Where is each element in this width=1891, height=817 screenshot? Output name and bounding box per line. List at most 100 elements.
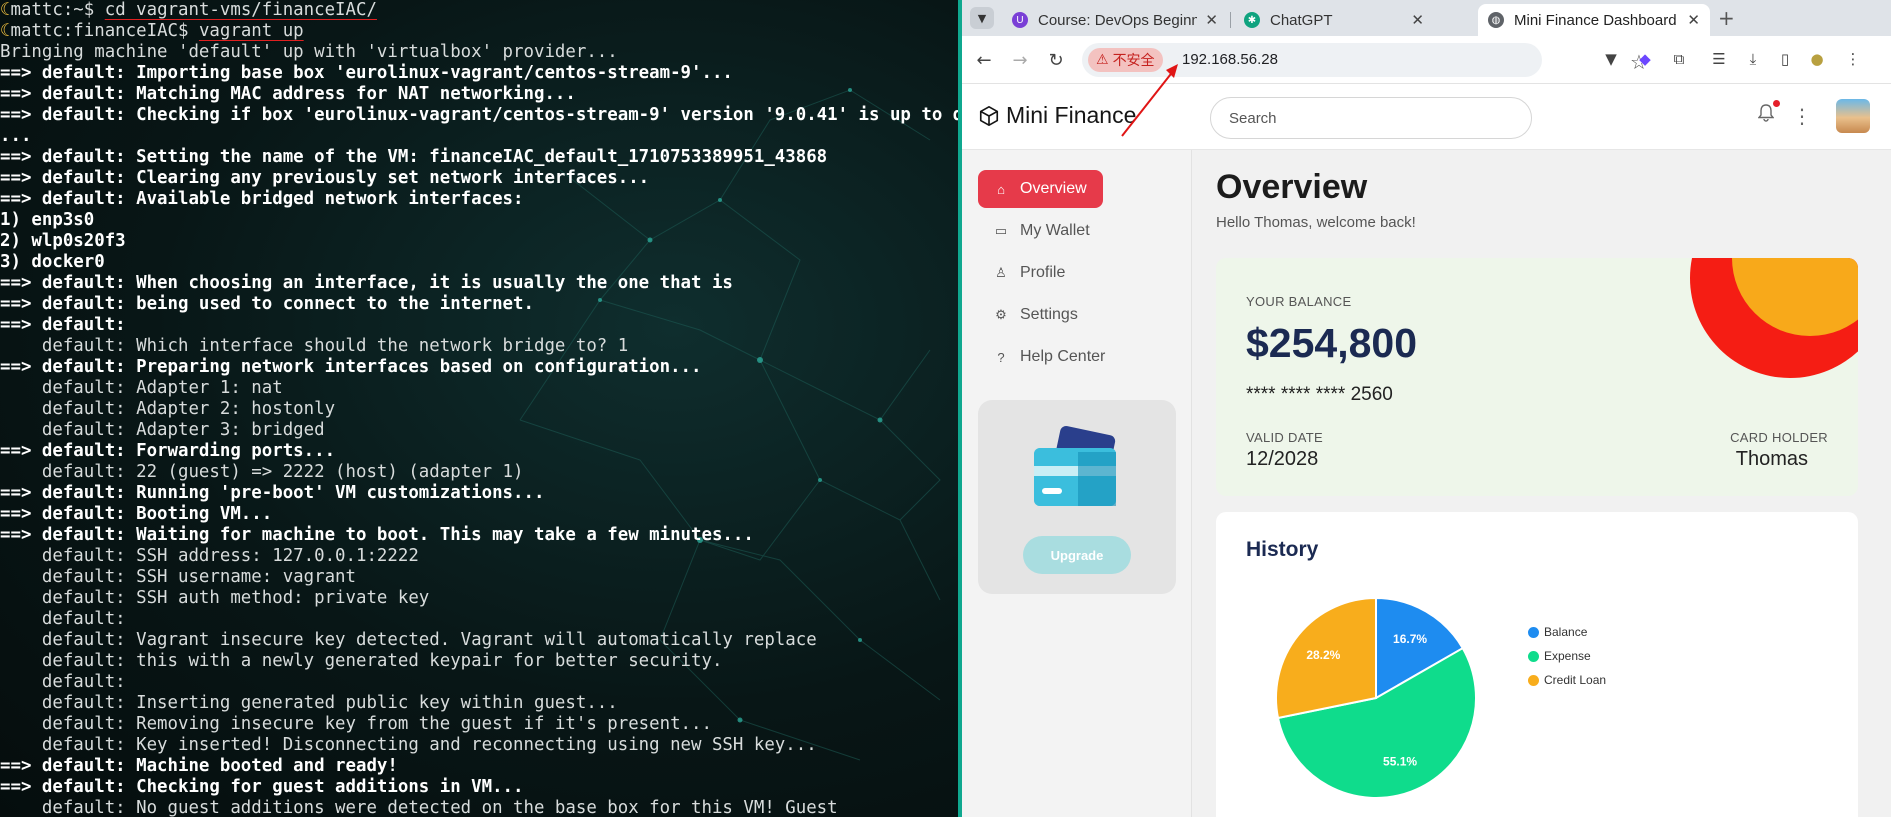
extension-purple-icon[interactable]: ◆ [1634, 48, 1656, 70]
terminal-line: ==> default: Checking if box 'eurolinux-… [0, 105, 962, 126]
legend-item[interactable]: Expense [1528, 644, 1606, 668]
terminal-text: 2) wlp0s20f3 [0, 231, 126, 251]
terminal-line: ==> default: Available bridged network i… [0, 189, 962, 210]
terminal-text: ==> default: Importing base box 'eurolin… [0, 63, 733, 83]
upgrade-button[interactable]: Upgrade [1023, 536, 1131, 574]
bell-icon[interactable] [1757, 104, 1775, 127]
terminal-line: ==> default: Forwarding ports... [0, 441, 962, 462]
upgrade-promo-card: Upgrade [978, 400, 1176, 594]
card-holder-label: CARD HOLDER [1730, 430, 1828, 445]
terminal-text: ==> default: [0, 315, 126, 335]
tab-chatgpt[interactable]: ✱ ChatGPT ✕ [1234, 4, 1434, 36]
terminal-line: default: Vagrant insecure key detected. … [0, 630, 962, 651]
history-pie-chart[interactable]: 16.7% 55.1% 28.2% [1266, 588, 1486, 808]
media-queue-icon[interactable]: ☰ [1708, 48, 1730, 70]
terminal-line: default: SSH auth method: private key [0, 588, 962, 609]
terminal-line: ==> default: Clearing any previously set… [0, 168, 962, 189]
logo-text: Mini Finance [1006, 102, 1137, 128]
legend-swatch [1528, 650, 1539, 662]
tab-title: ChatGPT [1270, 11, 1333, 29]
terminal-text: default: Adapter 1: nat [0, 378, 283, 398]
vpn-shield-icon[interactable]: ▼ [1600, 48, 1622, 70]
not-secure-chip[interactable]: ⚠ 不安全 [1088, 48, 1163, 72]
kebab-menu-icon[interactable]: ⋮ [1842, 48, 1864, 70]
prompt-text: mattc:~$ [10, 0, 105, 20]
terminal-text: ==> default: being used to connect to th… [0, 294, 534, 314]
welcome-text: Hello Thomas, welcome back! [1216, 214, 1416, 231]
legend-label: Credit Loan [1544, 673, 1607, 687]
terminal-line: default: Key inserted! Disconnecting and… [0, 735, 962, 756]
chatgpt-icon: ✱ [1244, 12, 1260, 28]
forward-arrow-icon[interactable]: → [1008, 48, 1032, 72]
tab-mini-finance[interactable]: ◍ Mini Finance Dashboard ✕ [1478, 4, 1710, 36]
address-bar[interactable]: ⚠ 不安全 192.168.56.28 ☆ [1082, 43, 1648, 77]
side-panel-icon[interactable]: ▯ [1774, 48, 1796, 70]
valid-date-label: VALID DATE [1246, 430, 1323, 445]
profile-avatar-icon[interactable]: ● [1806, 48, 1828, 70]
home-icon: ⌂ [997, 181, 1005, 197]
browser-toolbar: ← → ↻ ⚠ 不安全 192.168.56.28 ☆ ▼ ◆ ⧉ ☰ ⤓ ▯ … [962, 36, 1891, 84]
url-text[interactable]: 192.168.56.28 [1182, 51, 1278, 68]
terminal-window[interactable]: ☾mattc:~$ cd vagrant-vms/financeIAC/☾mat… [0, 0, 962, 817]
main-content: Overview Hello Thomas, welcome back! YOU… [1192, 150, 1891, 817]
more-vertical-icon[interactable]: ⋮ [1792, 104, 1812, 128]
browser-window: ▼ U Course: DevOps Beginne ✕ ✱ ChatGPT ✕… [962, 0, 1891, 817]
user-avatar[interactable] [1836, 99, 1870, 133]
decorative-circles [1690, 258, 1858, 378]
new-tab-plus-icon[interactable]: + [1718, 6, 1735, 30]
terminal-text: ==> default: Waiting for machine to boot… [0, 525, 754, 545]
close-tab-icon[interactable]: ✕ [1687, 11, 1700, 29]
sidebar-item-my-wallet[interactable]: ▭ My Wallet [978, 212, 1106, 250]
close-tab-icon[interactable]: ✕ [1205, 11, 1218, 29]
udemy-icon: U [1012, 12, 1028, 28]
terminal-text: ==> default: Preparing network interface… [0, 357, 702, 377]
terminal-text: default: Adapter 3: bridged [0, 420, 325, 440]
close-tab-icon[interactable]: ✕ [1411, 11, 1424, 29]
terminal-text: ==> default: When choosing an interface,… [0, 273, 733, 293]
terminal-line: ==> default: [0, 315, 962, 336]
sidebar-item-settings[interactable]: ⚙ Settings [978, 296, 1094, 334]
terminal-text: default: [0, 672, 126, 692]
terminal-text: ==> default: Machine booted and ready! [0, 756, 398, 776]
globe-icon: ◍ [1488, 12, 1504, 28]
download-icon[interactable]: ⤓ [1742, 48, 1764, 70]
site-logo[interactable]: Mini Finance [978, 102, 1136, 129]
terminal-line: default: 22 (guest) => 2222 (host) (adap… [0, 462, 962, 483]
reload-icon[interactable]: ↻ [1044, 48, 1068, 72]
back-arrow-icon[interactable]: ← [972, 48, 996, 72]
warning-icon: ⚠ [1096, 52, 1109, 68]
terminal-text: default: Which interface should the netw… [0, 336, 629, 356]
legend-item[interactable]: Credit Loan [1528, 668, 1606, 692]
terminal-line: ==> default: being used to connect to th… [0, 294, 962, 315]
chart-legend: Balance Expense Credit Loan [1528, 620, 1606, 692]
history-title: History [1246, 538, 1319, 561]
sidebar-item-help-center[interactable]: ? Help Center [978, 338, 1121, 376]
terminal-text: default: SSH address: 127.0.0.1:2222 [0, 546, 419, 566]
terminal-line: ... [0, 126, 962, 147]
terminal-line: default: [0, 609, 962, 630]
pie-data-label: 28.2% [1306, 648, 1340, 662]
tab-search-chevron-icon[interactable]: ▼ [970, 7, 994, 29]
terminal-text: default: SSH auth method: private key [0, 588, 430, 608]
terminal-line: ==> default: Booting VM... [0, 504, 962, 525]
terminal-line: default: SSH username: vagrant [0, 567, 962, 588]
sidebar-item-profile[interactable]: ♙ Profile [978, 254, 1081, 292]
legend-swatch [1528, 626, 1539, 638]
history-card: History 16.7% 55.1% 28.2% Balance Expense Cr… [1216, 512, 1858, 817]
tab-course[interactable]: U Course: DevOps Beginne ✕ [1002, 4, 1228, 36]
tab-title: Mini Finance Dashboard [1514, 11, 1677, 29]
terminal-text: ==> default: Forwarding ports... [0, 441, 336, 461]
sidebar-item-overview[interactable]: ⌂ Overview [978, 170, 1103, 208]
sidebar-item-label: My Wallet [1020, 222, 1090, 239]
terminal-line: ==> default: Importing base box 'eurolin… [0, 63, 962, 84]
terminal-line: ☾mattc:financeIAC$ vagrant up [0, 21, 962, 42]
terminal-text: default: Removing insecure key from the … [0, 714, 712, 734]
search-input[interactable] [1210, 97, 1532, 139]
terminal-text: ==> default: Clearing any previously set… [0, 168, 650, 188]
terminal-line: ==> default: Checking for guest addition… [0, 777, 962, 798]
extensions-puzzle-icon[interactable]: ⧉ [1668, 48, 1690, 70]
terminal-text: 3) docker0 [0, 252, 105, 272]
terminal-text: default: Adapter 2: hostonly [0, 399, 336, 419]
terminal-line: ==> default: Machine booted and ready! [0, 756, 962, 777]
legend-item[interactable]: Balance [1528, 620, 1606, 644]
